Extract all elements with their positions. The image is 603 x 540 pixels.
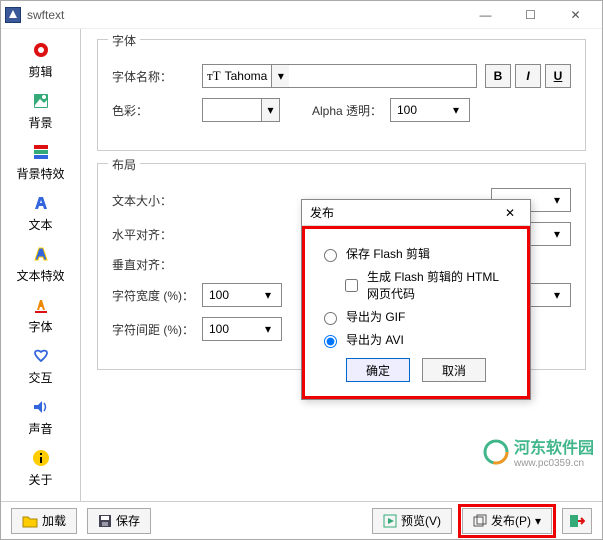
sidebar-item-background[interactable]: 背景 (10, 86, 72, 135)
titlebar: swftext — ☐ ✕ (1, 1, 602, 29)
preview-button[interactable]: 预览(V) (372, 508, 452, 534)
option-save-flash[interactable]: 保存 Flash 剪辑 (319, 245, 513, 262)
option-generate-html[interactable]: 生成 Flash 剪辑的 HTML 网页代码 (341, 268, 513, 302)
publish-icon (473, 514, 487, 528)
alpha-spinner[interactable]: 100 ▾ (390, 98, 470, 122)
font-name-label: 字体名称： (112, 68, 202, 85)
sidebar-item-about[interactable]: 关于 (10, 443, 72, 492)
sidebar-item-clip[interactable]: 剪辑 (10, 35, 72, 84)
font-name-value: Tahoma (225, 69, 268, 83)
chevron-down-icon: ▾ (261, 99, 279, 121)
charwidth-spinner[interactable]: 100▾ (202, 283, 282, 307)
chevron-down-icon: ▾ (271, 65, 289, 87)
preview-icon (383, 514, 397, 528)
alpha-label: Alpha 透明： (310, 102, 390, 119)
halign-label: 水平对齐： (112, 226, 202, 243)
watermark-logo-icon (482, 438, 510, 466)
app-icon (5, 7, 21, 23)
save-icon (98, 514, 112, 528)
dialog-titlebar: 发布 ✕ (302, 200, 530, 226)
dialog-title: 发布 (310, 204, 334, 221)
folder-open-icon (22, 514, 38, 528)
bottom-toolbar: 加载 保存 预览(V) 发布(P) ▾ (1, 501, 602, 539)
layout-group-legend: 布局 (108, 156, 140, 173)
option-export-gif[interactable]: 导出为 GIF (319, 308, 513, 325)
charwidth-label: 字符宽度 (%)： (112, 287, 202, 304)
publish-button[interactable]: 发布(P) ▾ (462, 508, 552, 534)
text-effect-icon (30, 243, 52, 265)
dialog-cancel-button[interactable]: 取消 (422, 358, 486, 382)
watermark: 河东软件园 www.pc0359.cn (482, 434, 594, 469)
font-group-legend: 字体 (108, 32, 140, 49)
window-maximize-button[interactable]: ☐ (508, 3, 553, 27)
dialog-close-button[interactable]: ✕ (498, 206, 522, 220)
background-effect-icon (30, 141, 52, 163)
bold-button[interactable]: B (485, 64, 511, 88)
radio-export-gif[interactable] (324, 312, 337, 325)
sidebar-item-text-effect[interactable]: 文本特效 (10, 239, 72, 288)
charspace-spinner[interactable]: 100▾ (202, 317, 282, 341)
sidebar: 剪辑 背景 背景特效 文本 文本特效 字体 (1, 29, 81, 501)
italic-button[interactable]: I (515, 64, 541, 88)
exit-icon (569, 513, 585, 529)
chevron-down-icon: ▾ (535, 514, 541, 528)
valign-label: 垂直对齐： (112, 256, 202, 273)
window-title: swftext (27, 8, 64, 22)
sidebar-item-text[interactable]: 文本 (10, 188, 72, 237)
font-glyph-icon: ᴛT (207, 68, 221, 84)
dialog-body: 保存 Flash 剪辑 生成 Flash 剪辑的 HTML 网页代码 导出为 G… (302, 226, 530, 399)
charspace-label: 字符间距 (%)： (112, 321, 202, 338)
font-icon (30, 294, 52, 316)
radio-export-avi[interactable] (324, 335, 337, 348)
exit-button[interactable] (562, 508, 592, 534)
publish-dialog: 发布 ✕ 保存 Flash 剪辑 生成 Flash 剪辑的 HTML 网页代码 … (301, 199, 531, 400)
background-icon (30, 90, 52, 112)
window-close-button[interactable]: ✕ (553, 3, 598, 27)
text-icon (30, 192, 52, 214)
checkbox-generate-html[interactable] (345, 279, 358, 292)
sidebar-item-sound[interactable]: 声音 (10, 392, 72, 441)
option-export-avi[interactable]: 导出为 AVI (319, 331, 513, 348)
clip-icon (30, 39, 52, 61)
interaction-icon (30, 345, 52, 367)
save-button[interactable]: 保存 (87, 508, 151, 534)
about-icon (30, 447, 52, 469)
dialog-ok-button[interactable]: 确定 (346, 358, 410, 382)
underline-button[interactable]: U (545, 64, 571, 88)
app-window: swftext — ☐ ✕ 剪辑 背景 背景特效 文本 (0, 0, 603, 540)
sound-icon (30, 396, 52, 418)
load-button[interactable]: 加载 (11, 508, 77, 534)
main-panel: 字体 字体名称： ᴛT Tahoma ▾ B I U 色彩： (81, 29, 602, 501)
color-label: 色彩： (112, 102, 202, 119)
sidebar-item-font[interactable]: 字体 (10, 290, 72, 339)
sidebar-item-background-effect[interactable]: 背景特效 (10, 137, 72, 186)
radio-save-flash[interactable] (324, 249, 337, 262)
font-group: 字体 字体名称： ᴛT Tahoma ▾ B I U 色彩： (97, 39, 586, 151)
window-minimize-button[interactable]: — (463, 3, 508, 27)
sidebar-item-interaction[interactable]: 交互 (10, 341, 72, 390)
chevron-down-icon: ▾ (453, 103, 469, 117)
font-name-combobox[interactable]: ᴛT Tahoma ▾ (202, 64, 477, 88)
color-picker[interactable]: ▾ (202, 98, 280, 122)
text-size-label: 文本大小： (112, 192, 202, 209)
